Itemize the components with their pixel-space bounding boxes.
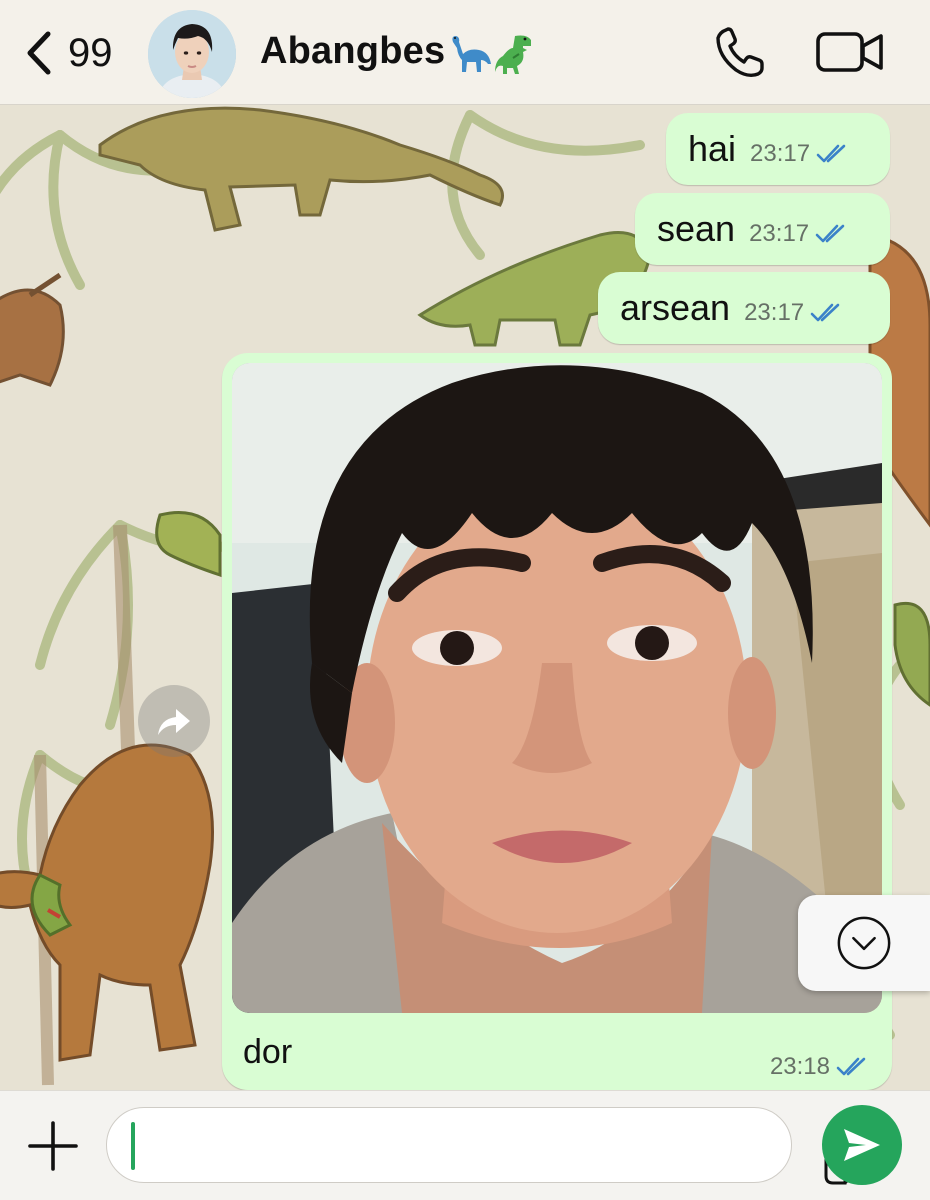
chat-area[interactable]: hai 23:17 sean 23:17 arsean 23:17 dor 23… bbox=[0, 105, 930, 1090]
message-meta: 23:17 bbox=[749, 220, 851, 248]
contact-avatar[interactable] bbox=[148, 10, 236, 98]
unread-count: 99 bbox=[68, 30, 113, 75]
double-check-icon bbox=[836, 1057, 866, 1076]
video-camera-icon[interactable] bbox=[815, 26, 885, 78]
image-message-meta: 23:18 bbox=[770, 1053, 872, 1081]
attach-plus-icon[interactable] bbox=[26, 1119, 80, 1173]
chat-header: 99 Abangbes bbox=[0, 0, 930, 105]
phone-icon[interactable] bbox=[712, 24, 768, 80]
message-meta: 23:17 bbox=[744, 299, 846, 327]
message-input-box[interactable] bbox=[106, 1107, 866, 1185]
forward-arrow-icon bbox=[158, 709, 190, 735]
message-time: 23:18 bbox=[769, 1053, 830, 1080]
message-photo[interactable] bbox=[232, 363, 882, 1013]
message-bubble[interactable]: sean 23:17 bbox=[635, 193, 890, 265]
selfie-photo bbox=[232, 363, 882, 1013]
message-time: 23:17 bbox=[744, 299, 805, 326]
message-input[interactable] bbox=[131, 1120, 711, 1170]
forward-button[interactable] bbox=[138, 685, 210, 757]
back-button[interactable]: 99 bbox=[22, 24, 132, 82]
double-check-icon bbox=[810, 303, 840, 322]
message-composer bbox=[0, 1090, 930, 1200]
send-arrow-icon bbox=[844, 1129, 880, 1161]
image-caption: dor bbox=[243, 1033, 293, 1071]
double-check-icon bbox=[815, 224, 845, 243]
message-meta: 23:17 bbox=[750, 140, 852, 168]
message-text: hai bbox=[688, 128, 737, 169]
message-time: 23:17 bbox=[749, 220, 810, 247]
message-text: arsean bbox=[620, 287, 731, 328]
avatar-photo bbox=[148, 10, 236, 98]
sauropod-emoji-icon bbox=[452, 36, 492, 72]
contact-name[interactable]: Abangbes bbox=[260, 30, 445, 73]
chevron-left-icon bbox=[27, 31, 51, 75]
message-bubble[interactable]: arsean 23:17 bbox=[598, 272, 890, 344]
message-bubble[interactable]: hai 23:17 bbox=[666, 113, 890, 185]
message-time: 23:17 bbox=[750, 140, 811, 167]
t-rex-emoji-icon bbox=[495, 35, 532, 74]
chevron-down-circle-icon bbox=[837, 916, 891, 970]
double-check-icon bbox=[816, 144, 846, 163]
send-button[interactable] bbox=[822, 1105, 902, 1185]
image-message-bubble[interactable]: dor 23:18 bbox=[222, 353, 892, 1090]
scroll-to-bottom-button[interactable] bbox=[798, 895, 930, 991]
message-text: sean bbox=[657, 208, 736, 249]
